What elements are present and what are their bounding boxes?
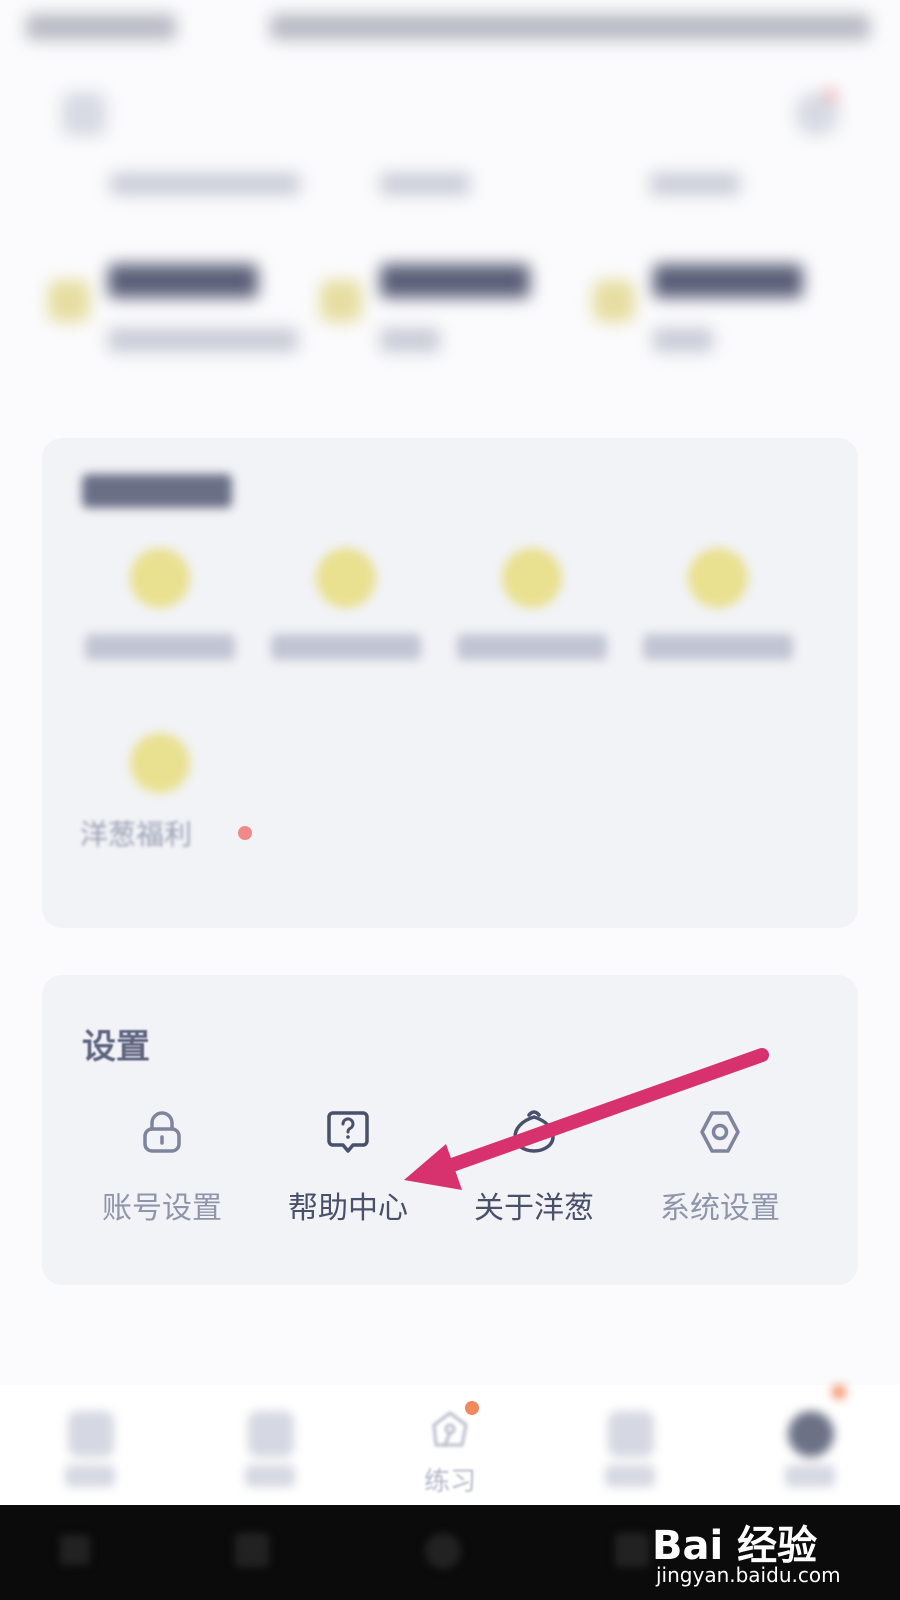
watermark-url: jingyan.baidu.com	[656, 1563, 841, 1587]
menu-icon[interactable]	[62, 92, 106, 136]
service-item-welfare[interactable]: 洋葱福利	[70, 733, 250, 863]
nav-label	[65, 1465, 115, 1487]
welfare-badge-dot	[238, 826, 252, 840]
nav-label	[245, 1465, 295, 1487]
help-center-label: 帮助中心	[288, 1191, 408, 1226]
sub-tab[interactable]	[110, 173, 300, 195]
nav-discover[interactable]	[570, 1405, 690, 1505]
stats-row	[40, 250, 860, 370]
menu-key-icon[interactable]	[60, 1535, 90, 1565]
book-icon	[248, 1411, 294, 1457]
gear-icon	[700, 1111, 740, 1153]
stat-item[interactable]	[585, 250, 855, 360]
system-settings-label: 系统设置	[660, 1191, 780, 1226]
pen-icon	[432, 1411, 468, 1448]
nav-home[interactable]	[30, 1405, 150, 1505]
stat-item[interactable]	[40, 250, 310, 360]
status-bar	[0, 0, 900, 60]
account-settings-button[interactable]: 账号设置	[67, 1107, 257, 1227]
service-label	[643, 634, 793, 660]
service-item[interactable]	[70, 548, 250, 678]
stat-icon	[48, 280, 90, 322]
service-label	[271, 634, 421, 660]
about-onion-button[interactable]: 关于洋葱	[439, 1107, 629, 1227]
nav-label	[785, 1465, 835, 1487]
notification-dot	[826, 90, 836, 100]
service-icon	[130, 548, 190, 608]
home-icon	[68, 1411, 114, 1457]
service-item[interactable]	[628, 548, 808, 678]
service-label: 洋葱福利	[80, 818, 193, 851]
stat-subtitle	[380, 328, 440, 352]
avatar-icon	[788, 1411, 834, 1457]
service-icon	[502, 548, 562, 608]
status-icons	[270, 14, 870, 40]
service-item[interactable]	[442, 548, 622, 678]
practice-badge-dot	[465, 1401, 479, 1415]
settings-title: 设置	[82, 1027, 150, 1067]
sub-tabs	[0, 165, 900, 205]
onion-icon	[513, 1110, 555, 1153]
carrier-text	[26, 14, 176, 40]
service-label	[85, 634, 235, 660]
back-key-icon[interactable]	[235, 1533, 269, 1567]
stat-title	[380, 264, 530, 298]
home-key-icon[interactable]	[425, 1533, 461, 1569]
nav-practice[interactable]: 练习	[390, 1405, 510, 1505]
stat-item[interactable]	[312, 250, 582, 360]
stat-title	[653, 264, 803, 298]
gift-icon	[130, 733, 190, 793]
nav-courses[interactable]	[210, 1405, 330, 1505]
bottom-nav: 练习	[0, 1385, 900, 1505]
recents-key-icon[interactable]	[615, 1533, 649, 1567]
services-card: 洋葱福利	[42, 438, 858, 928]
leaf-icon	[608, 1411, 654, 1457]
stat-title	[108, 264, 258, 298]
system-settings-button[interactable]: 系统设置	[625, 1107, 815, 1227]
watermark: Bai 经验 jingyan.baidu.com	[652, 1505, 852, 1600]
nav-label: 练习	[423, 1467, 476, 1497]
top-bar	[0, 70, 900, 165]
account-settings-label: 账号设置	[102, 1191, 222, 1226]
services-title	[82, 474, 232, 508]
stat-subtitle	[653, 328, 713, 352]
stat-subtitle	[108, 328, 298, 352]
sub-tab[interactable]	[650, 173, 740, 195]
stat-icon	[593, 280, 635, 322]
lock-icon	[143, 1111, 181, 1153]
service-item[interactable]	[256, 548, 436, 678]
sub-tab[interactable]	[380, 173, 470, 195]
settings-card: 设置 账号设置 帮助中心 关于洋葱 系统设置	[42, 975, 858, 1285]
mine-badge-dot	[832, 1385, 846, 1399]
help-center-button[interactable]: 帮助中心	[253, 1107, 443, 1227]
service-icon	[688, 548, 748, 608]
nav-mine[interactable]	[750, 1405, 870, 1505]
about-onion-label: 关于洋葱	[474, 1191, 594, 1226]
help-bubble-icon	[327, 1111, 369, 1153]
service-icon	[316, 548, 376, 608]
nav-label	[605, 1465, 655, 1487]
service-label	[457, 634, 607, 660]
stat-icon	[320, 280, 362, 322]
